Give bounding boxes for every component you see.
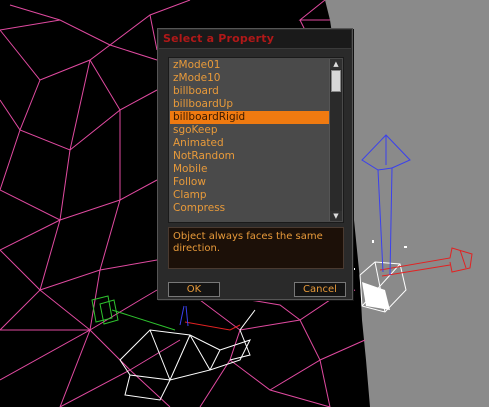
select-property-dialog: Select a Property zMode01 zMode10 billboar… xyxy=(157,28,353,300)
property-list-item[interactable]: Clamp xyxy=(170,189,330,202)
property-list-item[interactable]: Mobile xyxy=(170,163,330,176)
property-list-item[interactable]: Animated xyxy=(170,137,330,150)
property-description: Object always faces the same direction. xyxy=(168,227,344,269)
property-list-item[interactable]: Follow xyxy=(170,176,330,189)
dialog-title: Select a Property xyxy=(163,32,275,45)
list-scrollbar[interactable]: ▲ ▼ xyxy=(329,59,342,221)
scroll-down-arrow-icon[interactable]: ▼ xyxy=(330,211,342,221)
property-list-item[interactable]: Compress xyxy=(170,202,330,215)
property-list-item[interactable]: zMode01 xyxy=(170,59,330,72)
property-list-item[interactable]: billboard xyxy=(170,85,330,98)
property-list-item[interactable]: sgoKeep xyxy=(170,124,330,137)
property-list: zMode01 zMode10 billboard billboardUp billbo… xyxy=(170,59,330,221)
property-list-item[interactable]: billboardRigid xyxy=(170,111,330,124)
scroll-up-arrow-icon[interactable]: ▲ xyxy=(330,59,342,69)
scroll-thumb[interactable] xyxy=(331,70,341,92)
property-listbox[interactable]: zMode01 zMode10 billboard billboardUp billbo… xyxy=(168,57,344,223)
property-list-item[interactable]: NotRandom xyxy=(170,150,330,163)
cancel-button[interactable]: Cancel xyxy=(294,282,346,297)
ok-button[interactable]: OK xyxy=(168,282,220,297)
property-list-item[interactable]: zMode10 xyxy=(170,72,330,85)
dialog-titlebar[interactable]: Select a Property xyxy=(159,30,351,49)
property-list-item[interactable]: billboardUp xyxy=(170,98,330,111)
